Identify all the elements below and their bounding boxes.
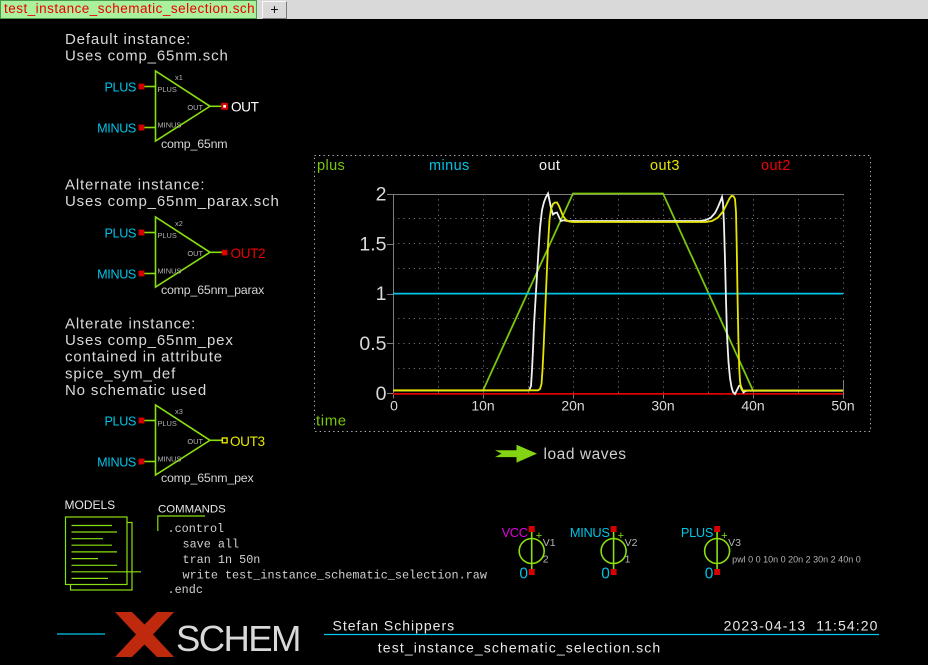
svg-text:PLUS: PLUS: [158, 85, 177, 94]
svg-text:time: time: [316, 413, 347, 430]
svg-text:Uses comp_65nm.sch: Uses comp_65nm.sch: [65, 47, 229, 64]
svg-text:30n: 30n: [651, 398, 674, 414]
svg-text:PLUS: PLUS: [105, 415, 137, 429]
svg-text:2023-04-13 11:54:20: 2023-04-13 11:54:20: [724, 618, 879, 634]
svg-text:plus: plus: [317, 158, 345, 174]
svg-text:OUT: OUT: [187, 437, 203, 446]
svg-text:MODELS: MODELS: [65, 498, 116, 512]
svg-text:.control: .control: [168, 522, 225, 536]
svg-text:0: 0: [519, 566, 528, 583]
svg-text:0: 0: [376, 383, 387, 405]
svg-text:V3: V3: [728, 537, 741, 549]
svg-text:contained in attribute: contained in attribute: [65, 349, 223, 366]
svg-text:x1: x1: [175, 73, 183, 82]
svg-text:0: 0: [390, 398, 398, 414]
svg-text:write test_instance_schematic_: write test_instance_schematic_selection.…: [183, 569, 487, 583]
svg-text:tran 1n 50n: tran 1n 50n: [183, 553, 261, 567]
svg-text:V2: V2: [625, 537, 638, 549]
svg-text:+: +: [536, 530, 542, 542]
svg-text:10n: 10n: [471, 398, 494, 414]
svg-text:pwl 0 0 10n 0 20n 2 30n 2 40n: pwl 0 0 10n 0 20n 2 30n 2 40n 0: [732, 555, 861, 565]
svg-text:40n: 40n: [741, 398, 764, 414]
svg-text:out: out: [539, 158, 560, 174]
svg-text:PLUS: PLUS: [681, 525, 713, 540]
svg-text:1: 1: [625, 554, 631, 566]
svg-text:x2: x2: [175, 219, 183, 228]
svg-text:2: 2: [543, 554, 549, 566]
svg-text:.endc: .endc: [168, 583, 203, 597]
svg-text:+: +: [721, 530, 727, 542]
svg-text:MINUS: MINUS: [570, 525, 610, 540]
svg-text:OUT: OUT: [187, 249, 203, 258]
svg-text:out3: out3: [650, 158, 680, 174]
svg-text:0: 0: [601, 566, 610, 583]
svg-text:Stefan Schippers: Stefan Schippers: [333, 618, 456, 634]
svg-text:PLUS: PLUS: [105, 81, 137, 95]
svg-text:MINUS: MINUS: [97, 122, 136, 136]
svg-text:OUT2: OUT2: [231, 246, 266, 261]
svg-text:comp_65nm_parax: comp_65nm_parax: [161, 283, 265, 297]
svg-text:MINUS: MINUS: [158, 267, 182, 276]
svg-text:PLUS: PLUS: [105, 227, 137, 241]
svg-text:save all: save all: [183, 538, 240, 552]
svg-text:50n: 50n: [831, 398, 854, 414]
svg-text:comp_65nm: comp_65nm: [161, 137, 227, 151]
svg-text:SCHEM: SCHEM: [176, 618, 300, 659]
svg-text:OUT: OUT: [231, 100, 259, 115]
svg-text:PLUS: PLUS: [158, 419, 177, 428]
svg-text:1.5: 1.5: [359, 233, 386, 255]
svg-text:1: 1: [376, 283, 387, 305]
svg-text:MINUS: MINUS: [97, 268, 136, 282]
svg-text:comp_65nm_pex: comp_65nm_pex: [161, 471, 254, 485]
svg-text:COMMANDS: COMMANDS: [158, 504, 226, 516]
svg-text:out2: out2: [761, 158, 791, 174]
svg-text:Uses comp_65nm_parax.sch: Uses comp_65nm_parax.sch: [65, 193, 280, 210]
svg-text:PLUS: PLUS: [158, 231, 177, 240]
svg-text:test_instance_schematic_select: test_instance_schematic_selection.sch: [378, 640, 661, 656]
svg-text:OUT3: OUT3: [230, 434, 265, 449]
svg-text:OUT: OUT: [187, 103, 203, 112]
svg-text:0: 0: [705, 566, 714, 583]
svg-text:No schematic used: No schematic used: [65, 382, 207, 399]
svg-text:+: +: [618, 530, 624, 542]
svg-text:V1: V1: [543, 537, 556, 549]
svg-text:minus: minus: [429, 158, 470, 174]
svg-text:x3: x3: [175, 407, 183, 416]
svg-text:Uses comp_65nm_pex: Uses comp_65nm_pex: [65, 332, 234, 349]
svg-text:20n: 20n: [561, 398, 584, 414]
svg-text:Default instance:: Default instance:: [65, 31, 191, 48]
svg-text:0.5: 0.5: [359, 333, 386, 355]
svg-text:spice_sym_def: spice_sym_def: [65, 365, 176, 382]
svg-text:MINUS: MINUS: [158, 455, 182, 464]
svg-text:load waves: load waves: [544, 446, 627, 463]
svg-text:VCC: VCC: [502, 525, 528, 540]
svg-text:Alternate instance:: Alternate instance:: [65, 177, 205, 194]
svg-text:Alterate instance:: Alterate instance:: [65, 316, 196, 333]
svg-text:MINUS: MINUS: [158, 121, 182, 130]
svg-text:2: 2: [376, 184, 387, 206]
svg-text:MINUS: MINUS: [97, 456, 136, 470]
